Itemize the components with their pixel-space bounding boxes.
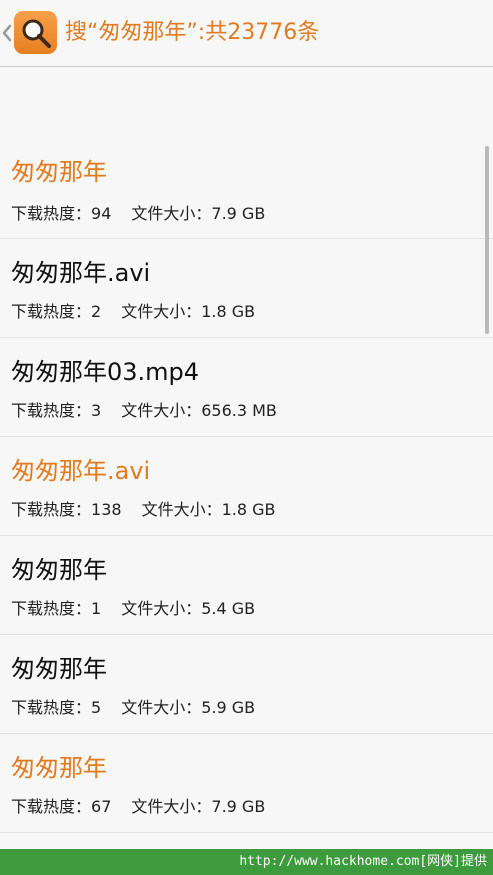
result-meta: 下载热度：5 文件大小：5.9 GB bbox=[11, 698, 255, 718]
size-label: 文件大小： bbox=[121, 401, 202, 420]
size-label: 文件大小： bbox=[141, 500, 222, 519]
watermark-text: http://www.hackhome.com[网侠]提供 bbox=[239, 854, 487, 869]
heat-value: 67 bbox=[91, 797, 112, 816]
size-value: 7.9 GB bbox=[211, 797, 266, 816]
result-title: 匆匆那年 bbox=[11, 556, 107, 584]
heat-label: 下载热度： bbox=[11, 204, 92, 223]
result-title: 匆匆那年 bbox=[11, 158, 107, 186]
size-label: 文件大小： bbox=[121, 698, 202, 717]
heat-value: 2 bbox=[91, 302, 102, 321]
heat-value: 3 bbox=[91, 401, 102, 420]
size-value: 1.8 GB bbox=[201, 302, 256, 321]
result-title: 匆匆那年.avi bbox=[11, 457, 151, 485]
size-value: 1.8 GB bbox=[221, 500, 276, 519]
result-item[interactable]: 匆匆那年 下载热度：5 文件大小：5.9 GB bbox=[0, 635, 493, 734]
results-list: 匆匆那年 下载热度：94 文件大小：7.9 GB 匆匆那年.avi 下载热度：2 文… bbox=[0, 140, 493, 833]
size-value: 656.3 MB bbox=[201, 401, 277, 420]
heat-label: 下载热度： bbox=[11, 797, 92, 816]
result-item[interactable]: 匆匆那年03.mp4 下载热度：3 文件大小：656.3 MB bbox=[0, 338, 493, 437]
search-app-icon[interactable] bbox=[14, 11, 57, 54]
result-meta: 下载热度：1 文件大小：5.4 GB bbox=[11, 599, 255, 619]
size-label: 文件大小： bbox=[131, 797, 212, 816]
size-label: 文件大小： bbox=[121, 302, 202, 321]
back-button[interactable] bbox=[1, 20, 13, 46]
size-label: 文件大小： bbox=[131, 204, 212, 223]
result-title: 匆匆那年03.mp4 bbox=[11, 358, 200, 386]
result-title: 匆匆那年 bbox=[11, 655, 107, 683]
size-value: 5.9 GB bbox=[201, 698, 256, 717]
result-meta: 下载热度：138 文件大小：1.8 GB bbox=[11, 500, 275, 520]
vertical-scrollbar[interactable] bbox=[485, 146, 489, 334]
result-item[interactable]: 匆匆那年.avi 下载热度：138 文件大小：1.8 GB bbox=[0, 437, 493, 536]
heat-value: 5 bbox=[91, 698, 102, 717]
heat-label: 下载热度： bbox=[11, 302, 92, 321]
heat-value: 138 bbox=[91, 500, 122, 519]
heat-label: 下载热度： bbox=[11, 500, 92, 519]
result-title: 匆匆那年.avi bbox=[11, 259, 151, 287]
result-item[interactable]: 匆匆那年 下载热度：1 文件大小：5.4 GB bbox=[0, 536, 493, 635]
size-value: 7.9 GB bbox=[211, 204, 266, 223]
search-icon bbox=[22, 19, 51, 48]
heat-value: 94 bbox=[91, 204, 112, 223]
heat-value: 1 bbox=[91, 599, 102, 618]
chevron-left-icon bbox=[2, 24, 12, 42]
heat-label: 下载热度： bbox=[11, 698, 92, 717]
result-meta: 下载热度：3 文件大小：656.3 MB bbox=[11, 401, 277, 421]
footer-bar: http://www.hackhome.com[网侠]提供 bbox=[0, 849, 493, 875]
size-label: 文件大小： bbox=[121, 599, 202, 618]
result-title: 匆匆那年 bbox=[11, 754, 107, 782]
size-value: 5.4 GB bbox=[201, 599, 256, 618]
heat-label: 下载热度： bbox=[11, 401, 92, 420]
result-meta: 下载热度：2 文件大小：1.8 GB bbox=[11, 302, 255, 322]
result-item[interactable]: 匆匆那年 下载热度：67 文件大小：7.9 GB bbox=[0, 734, 493, 833]
result-meta: 下载热度：67 文件大小：7.9 GB bbox=[11, 797, 265, 817]
result-item[interactable]: 匆匆那年 下载热度：94 文件大小：7.9 GB bbox=[0, 140, 493, 239]
page-title: 搜“匆匆那年”:共23776条 bbox=[65, 20, 320, 45]
result-item[interactable]: 匆匆那年.avi 下载热度：2 文件大小：1.8 GB bbox=[0, 239, 493, 338]
search-header: 搜“匆匆那年”:共23776条 bbox=[0, 0, 493, 67]
result-meta: 下载热度：94 文件大小：7.9 GB bbox=[11, 204, 265, 224]
heat-label: 下载热度： bbox=[11, 599, 92, 618]
